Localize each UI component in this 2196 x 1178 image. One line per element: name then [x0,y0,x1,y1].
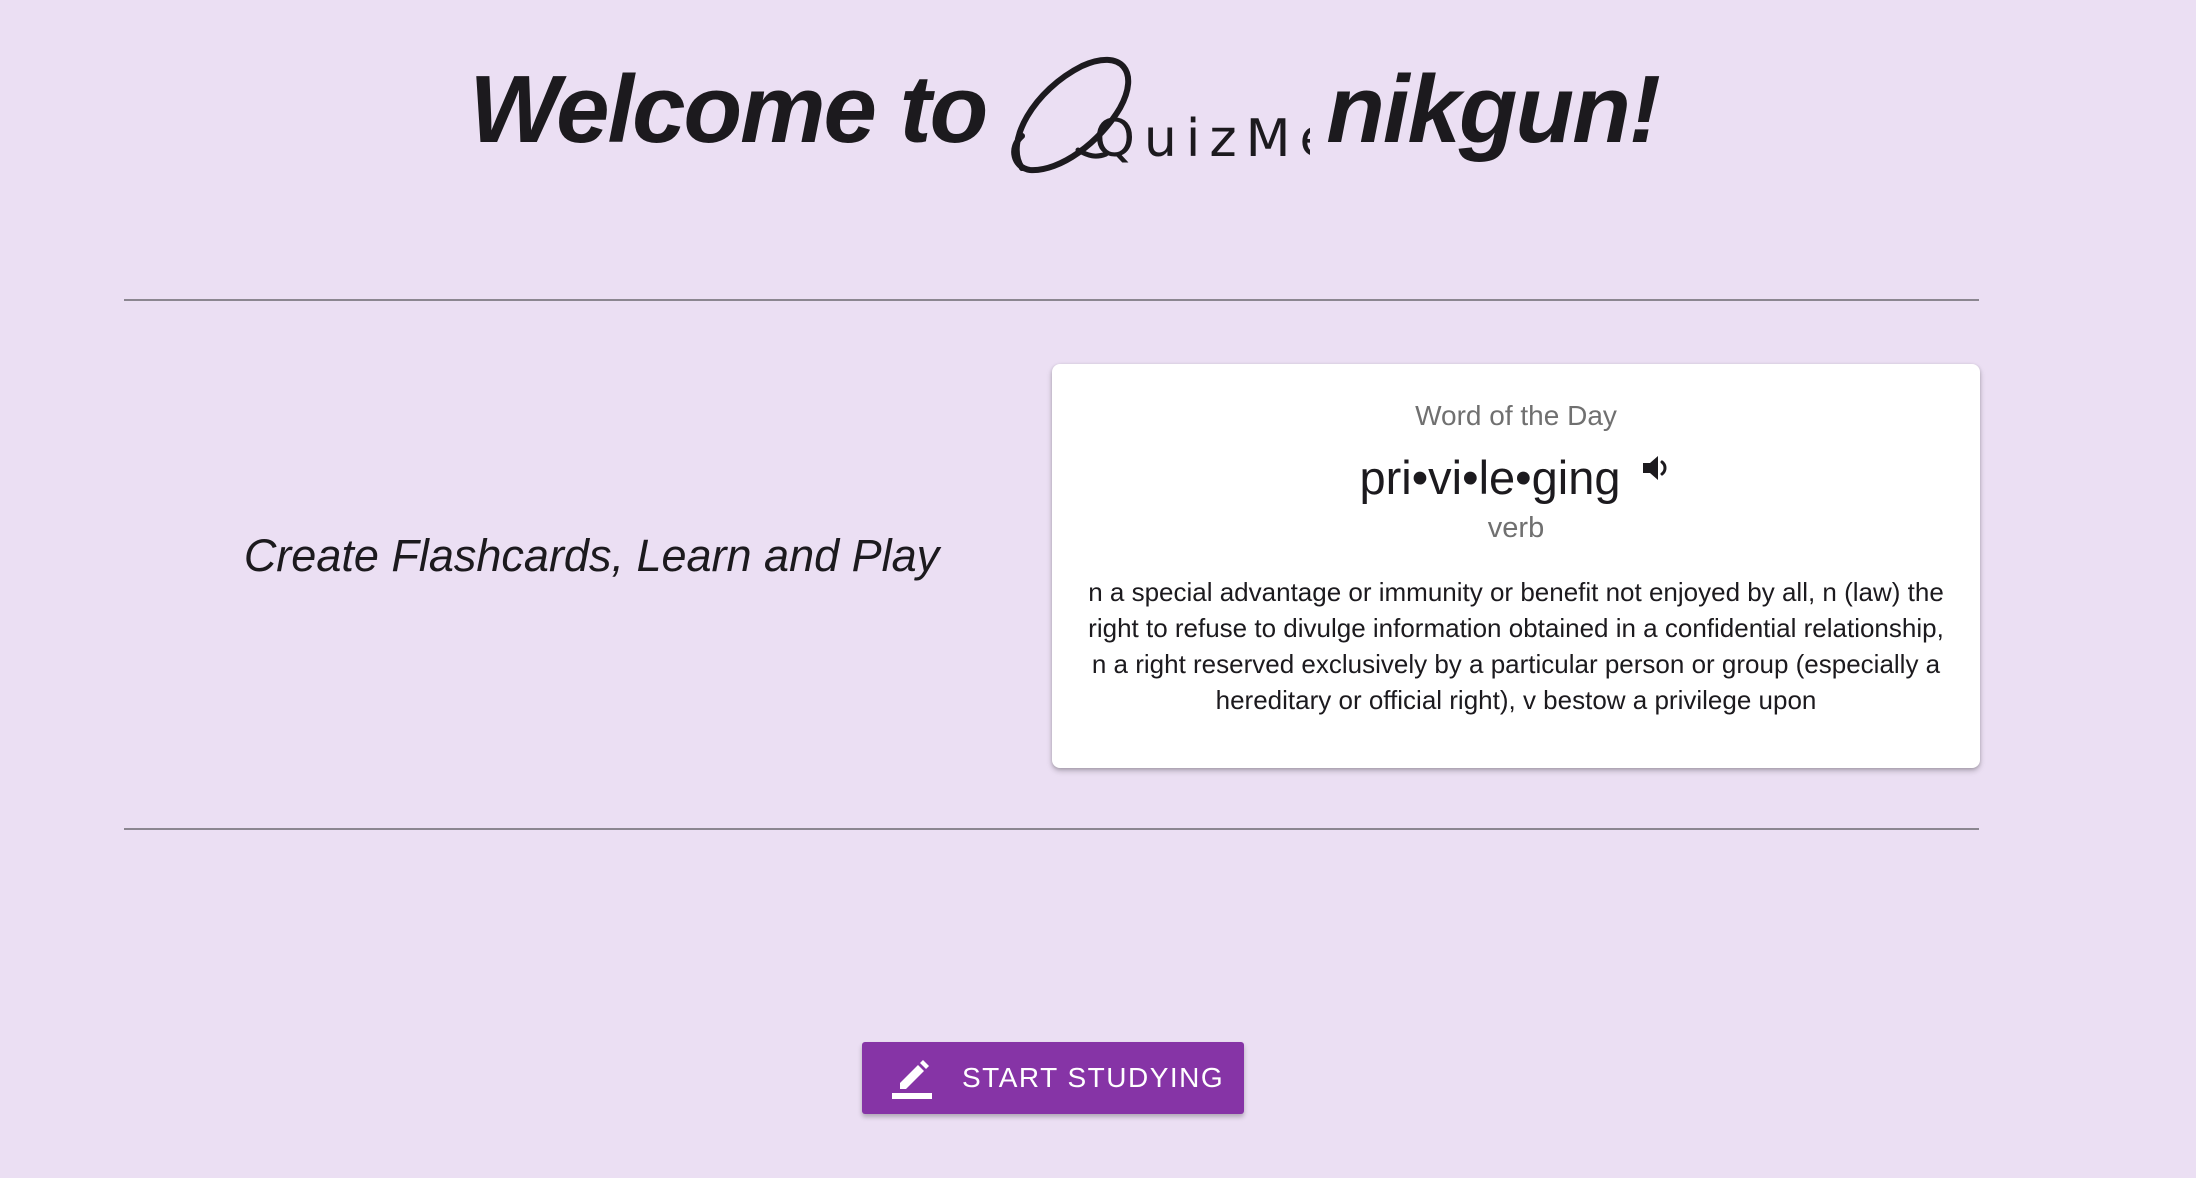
welcome-text: Welcome to [469,56,988,163]
top-divider [124,299,1979,301]
volume-icon[interactable] [1640,452,1672,484]
card-title: Word of the Day [1415,400,1617,431]
edit-icon [892,1057,932,1099]
logo-wordmark: QuizMe [1094,109,1310,169]
word-of-the-day-card: Word of the Day pri•vi•le•ging verb n a … [1052,364,1980,768]
bottom-divider [124,828,1979,830]
start-studying-button[interactable]: START STUDYING [862,1042,1244,1114]
start-studying-label: START STUDYING [962,1062,1225,1093]
tagline: Create Flashcards, Learn and Play [243,530,940,581]
word: pri•vi•le•ging [1359,451,1621,504]
username: nikgun! [1326,56,1661,163]
header: Welcome to QuizMe nikgun! [0,0,2128,220]
definition: n a special advantage or immunity or ben… [1088,577,1944,715]
quizme-logo: QuizMe [1000,22,1310,182]
part-of-speech: verb [1487,512,1545,544]
word-row: pri•vi•le•ging [1052,450,1980,505]
